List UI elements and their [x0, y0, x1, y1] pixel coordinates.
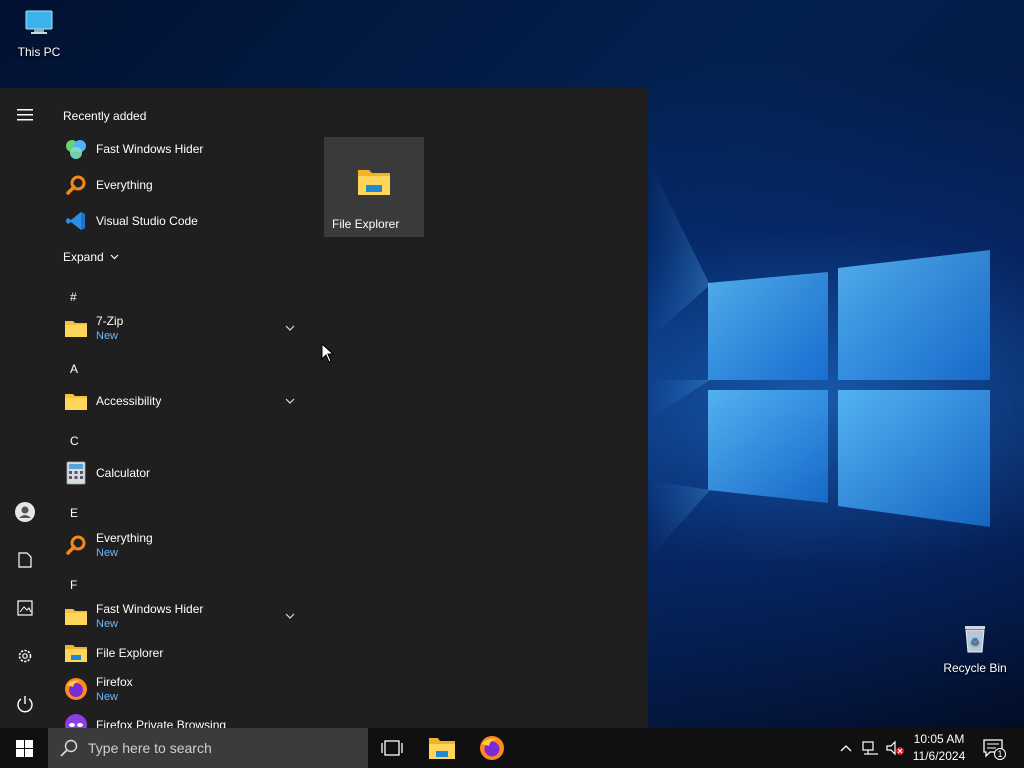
firefox-private-icon: [63, 712, 89, 728]
list-item-firefox-private[interactable]: Firefox Private Browsing: [50, 707, 305, 728]
network-icon: [862, 741, 878, 755]
start-rail: [0, 88, 50, 728]
list-item-everything[interactable]: Everything New: [50, 527, 305, 563]
folder-icon: [63, 603, 89, 629]
hamburger-menu-button[interactable]: [5, 95, 45, 135]
chevron-down-icon[interactable]: [285, 608, 295, 622]
search-icon: [60, 739, 78, 757]
settings-button[interactable]: [5, 636, 45, 676]
task-view-icon: [381, 740, 403, 756]
task-view-button[interactable]: [368, 728, 416, 768]
list-item-vscode-recent[interactable]: Visual Studio Code: [50, 203, 305, 239]
start-button[interactable]: [0, 728, 48, 768]
new-badge: New: [96, 330, 119, 342]
windows-start-icon: [15, 739, 33, 757]
settings-icon: [18, 649, 32, 663]
new-badge: New: [96, 547, 119, 559]
expand-label: Expand: [63, 250, 104, 264]
tile-label: File Explorer: [332, 217, 400, 231]
search-placeholder: Type here to search: [88, 740, 212, 756]
file-explorer-icon: [63, 640, 89, 666]
taskbar-clock[interactable]: 10:05 AM 11/6/2024: [904, 731, 974, 765]
taskbar-search-box[interactable]: Type here to search: [48, 728, 368, 768]
new-badge: New: [96, 691, 119, 703]
letter-header[interactable]: C: [70, 434, 79, 448]
action-center-button[interactable]: 1: [978, 728, 1008, 768]
clock-date: 11/6/2024: [912, 749, 966, 763]
expand-button[interactable]: Expand: [63, 250, 119, 264]
recently-added-header: Recently added: [63, 109, 147, 123]
fast-windows-hider-icon: [63, 136, 89, 162]
power-icon: [17, 696, 33, 713]
list-item-everything-recent[interactable]: Everything: [50, 167, 305, 203]
taskbar-firefox-button[interactable]: [468, 728, 516, 768]
documents-icon: [18, 552, 32, 568]
taskbar: Type here to search 10:05 AM 11/6/2024 1: [0, 728, 1024, 768]
hamburger-icon: [17, 109, 33, 121]
chevron-down-icon: [110, 254, 119, 260]
user-icon: [15, 502, 35, 522]
tile-file-explorer[interactable]: File Explorer: [324, 137, 424, 237]
new-badge: New: [96, 618, 119, 630]
documents-button[interactable]: [5, 540, 45, 580]
list-item-fast-windows-hider[interactable]: Fast Windows Hider New: [50, 598, 305, 634]
list-item-file-explorer[interactable]: File Explorer: [50, 635, 305, 671]
volume-button[interactable]: [884, 728, 906, 768]
letter-header[interactable]: E: [70, 506, 78, 520]
start-menu: Recently added Fast Windows Hider Everyt…: [0, 88, 648, 728]
pictures-icon: [17, 600, 33, 616]
list-item-firefox[interactable]: Firefox New: [50, 671, 305, 707]
chevron-up-icon: [840, 745, 852, 752]
letter-header[interactable]: F: [70, 578, 77, 592]
taskbar-file-explorer-button[interactable]: [418, 728, 466, 768]
show-hidden-icons-button[interactable]: [836, 728, 856, 768]
list-item-fast-windows-hider-recent[interactable]: Fast Windows Hider: [50, 131, 305, 167]
notification-count-badge: 1: [994, 748, 1006, 760]
computer-icon: [1, 8, 77, 41]
calculator-icon: [63, 460, 89, 486]
file-explorer-icon: [429, 738, 455, 759]
everything-search-icon: [63, 172, 89, 198]
firefox-icon: [63, 676, 89, 702]
pictures-button[interactable]: [5, 588, 45, 628]
svg-text:♻: ♻: [971, 637, 980, 648]
list-item-accessibility[interactable]: Accessibility: [50, 383, 305, 419]
list-item-7zip[interactable]: 7-Zip New: [50, 310, 305, 346]
chevron-down-icon[interactable]: [285, 393, 295, 407]
user-account-button[interactable]: [5, 492, 45, 532]
desktop-icon-label: This PC: [17, 45, 61, 59]
desktop-icon-recycle-bin[interactable]: ♻ Recycle Bin: [937, 624, 1013, 675]
everything-search-icon: [63, 532, 89, 558]
folder-icon: [63, 388, 89, 414]
firefox-icon: [480, 736, 504, 760]
list-item-calculator[interactable]: Calculator: [50, 455, 305, 491]
chevron-down-icon[interactable]: [285, 320, 295, 334]
mouse-cursor-icon: [321, 343, 335, 363]
folder-icon: [63, 315, 89, 341]
letter-header[interactable]: A: [70, 362, 78, 376]
desktop-icon-label: Recycle Bin: [943, 661, 1007, 675]
network-button[interactable]: [860, 728, 882, 768]
file-explorer-icon: [356, 167, 392, 200]
clock-time: 10:05 AM: [913, 732, 965, 746]
recycle-bin-icon: ♻: [937, 624, 1013, 657]
letter-header[interactable]: #: [70, 290, 77, 304]
volume-muted-icon: [886, 740, 904, 756]
power-button[interactable]: [5, 684, 45, 724]
app-list: Recently added Fast Windows Hider Everyt…: [50, 88, 310, 728]
vscode-icon: [63, 208, 89, 234]
desktop-icon-this-pc[interactable]: This PC: [1, 8, 77, 59]
